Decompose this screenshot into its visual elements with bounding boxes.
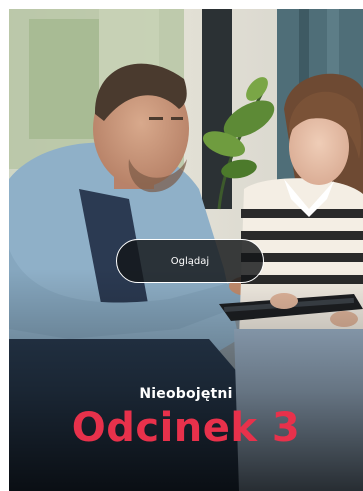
watch-button[interactable]: Oglądaj [116,239,264,283]
episode-title: Odcinek 3 [71,405,301,451]
series-title: Nieobojętni [139,386,233,402]
episode-card[interactable]: Oglądaj Nieobojętni Odcinek 3 [9,9,363,491]
